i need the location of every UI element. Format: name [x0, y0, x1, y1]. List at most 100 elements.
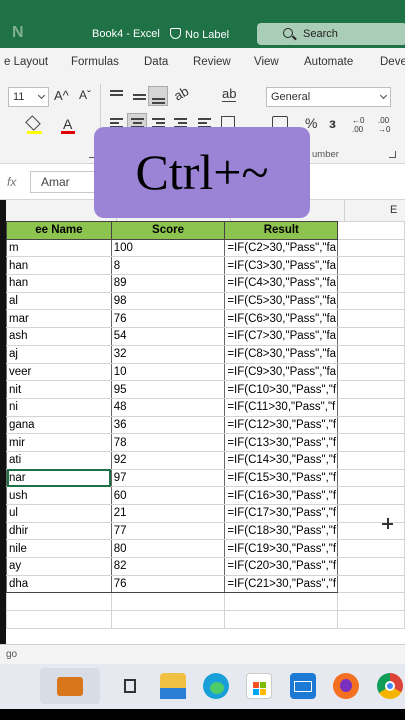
score-cell[interactable]: 48 — [110, 397, 226, 417]
empty-cell[interactable] — [337, 468, 405, 488]
header-score[interactable]: Score — [110, 221, 226, 240]
score-cell[interactable]: 36 — [110, 415, 226, 435]
empty-cell[interactable] — [224, 592, 339, 612]
empty-cell[interactable] — [337, 380, 405, 399]
empty-cell[interactable] — [6, 610, 112, 629]
score-cell[interactable]: 21 — [110, 504, 226, 523]
empty-cell[interactable] — [337, 433, 405, 452]
store-icon[interactable] — [246, 673, 272, 699]
mail-icon[interactable] — [290, 673, 316, 699]
name-cell[interactable]: dha — [6, 574, 112, 594]
edge-icon[interactable] — [203, 673, 229, 699]
name-cell[interactable]: gana — [6, 415, 112, 435]
header-result[interactable]: Result — [224, 221, 339, 240]
result-formula-cell[interactable]: =IF(C2>30,"Pass","fa — [224, 238, 339, 258]
header-employee-name[interactable]: ee Name — [6, 221, 112, 240]
score-cell[interactable]: 89 — [110, 274, 226, 293]
increase-decimal-button[interactable]: ←0.00 — [352, 116, 364, 134]
file-explorer-icon[interactable] — [160, 673, 186, 699]
sensitivity-label[interactable]: No Label — [170, 28, 229, 41]
score-cell[interactable]: 92 — [110, 450, 226, 470]
empty-cell[interactable] — [110, 610, 226, 629]
score-cell[interactable]: 98 — [110, 291, 226, 311]
column-header-e[interactable]: E — [390, 204, 397, 216]
empty-cell[interactable] — [110, 592, 226, 612]
empty-cell[interactable] — [337, 450, 405, 470]
result-formula-cell[interactable]: =IF(C6>30,"Pass","fa — [224, 309, 339, 329]
comma-style-button[interactable]: з — [329, 115, 336, 131]
name-cell[interactable]: dhir — [6, 521, 112, 541]
tab-automate[interactable]: Automate — [304, 56, 353, 68]
decrease-decimal-button[interactable]: .00 →0 — [378, 116, 390, 134]
result-formula-cell[interactable]: =IF(C9>30,"Pass","fa — [224, 362, 339, 382]
score-cell[interactable]: 76 — [110, 574, 226, 594]
empty-cell[interactable] — [337, 504, 405, 523]
firefox-icon[interactable] — [333, 673, 359, 699]
tab-developer[interactable]: Deve — [380, 56, 405, 68]
tab-review[interactable]: Review — [193, 56, 231, 68]
formula-input[interactable]: Amar — [30, 171, 102, 193]
score-cell[interactable]: 60 — [110, 486, 226, 505]
score-cell[interactable]: 97 — [110, 468, 226, 488]
result-formula-cell[interactable]: =IF(C11>30,"Pass","f — [224, 397, 339, 417]
empty-cell[interactable] — [337, 362, 405, 382]
empty-cell[interactable] — [6, 592, 112, 612]
tab-formulas[interactable]: Formulas — [71, 56, 119, 68]
font-size-select[interactable]: 11 — [8, 87, 49, 107]
name-cell[interactable]: ash — [6, 327, 112, 346]
chrome-icon[interactable] — [377, 673, 403, 699]
tab-page-layout[interactable]: e Layout — [4, 56, 48, 68]
score-cell[interactable]: 78 — [110, 433, 226, 452]
result-formula-cell[interactable]: =IF(C4>30,"Pass","fa — [224, 274, 339, 293]
grow-font-button[interactable]: A^ — [54, 88, 69, 103]
empty-cell[interactable] — [337, 397, 405, 417]
empty-cell[interactable] — [337, 327, 405, 346]
result-formula-cell[interactable]: =IF(C20>30,"Pass","f — [224, 557, 339, 576]
empty-cell[interactable] — [337, 592, 405, 612]
score-cell[interactable]: 32 — [110, 344, 226, 364]
result-formula-cell[interactable]: =IF(C18>30,"Pass","f — [224, 521, 339, 541]
empty-cell[interactable] — [337, 291, 405, 311]
empty-cell[interactable] — [337, 521, 405, 541]
empty-cell[interactable] — [337, 221, 405, 240]
insert-function-icon[interactable]: fx — [7, 175, 16, 189]
result-formula-cell[interactable]: =IF(C12>30,"Pass","f — [224, 415, 339, 435]
empty-cell[interactable] — [337, 415, 405, 435]
empty-cell[interactable] — [337, 256, 405, 276]
name-cell[interactable]: nile — [6, 539, 112, 559]
name-cell[interactable]: mar — [6, 309, 112, 329]
empty-cell[interactable] — [337, 486, 405, 505]
name-cell[interactable]: veer — [6, 362, 112, 382]
empty-cell[interactable] — [337, 344, 405, 364]
empty-cell[interactable] — [337, 309, 405, 329]
tab-view[interactable]: View — [254, 56, 279, 68]
tab-data[interactable]: Data — [144, 56, 168, 68]
score-cell[interactable]: 95 — [110, 380, 226, 399]
empty-cell[interactable] — [337, 539, 405, 559]
percent-style-button[interactable]: % — [305, 115, 317, 131]
empty-cell[interactable] — [337, 274, 405, 293]
name-cell[interactable]: ati — [6, 450, 112, 470]
result-formula-cell[interactable]: =IF(C17>30,"Pass","f — [224, 504, 339, 523]
name-cell[interactable]: han — [6, 274, 112, 293]
name-cell[interactable]: nit — [6, 380, 112, 399]
result-formula-cell[interactable]: =IF(C16>30,"Pass","f — [224, 486, 339, 505]
result-formula-cell[interactable]: =IF(C15>30,"Pass","f — [224, 468, 339, 488]
score-cell[interactable]: 76 — [110, 309, 226, 329]
number-dialog-launcher-icon[interactable] — [389, 151, 396, 158]
name-cell[interactable]: ush — [6, 486, 112, 505]
empty-cell[interactable] — [224, 610, 339, 629]
shrink-font-button[interactable]: Aˇ — [79, 88, 91, 102]
result-formula-cell[interactable]: =IF(C5>30,"Pass","fa — [224, 291, 339, 311]
name-cell[interactable]: aj — [6, 344, 112, 364]
number-format-select[interactable]: General — [266, 87, 391, 107]
result-formula-cell[interactable]: =IF(C13>30,"Pass","f — [224, 433, 339, 452]
score-cell[interactable]: 8 — [110, 256, 226, 276]
align-bottom-button[interactable] — [148, 86, 168, 106]
empty-cell[interactable] — [337, 557, 405, 576]
wrap-text-icon[interactable]: ab — [222, 86, 237, 102]
result-formula-cell[interactable]: =IF(C21>30,"Pass","f — [224, 574, 339, 594]
name-cell[interactable]: al — [6, 291, 112, 311]
score-cell[interactable]: 80 — [110, 539, 226, 559]
task-view-icon[interactable] — [118, 673, 144, 699]
